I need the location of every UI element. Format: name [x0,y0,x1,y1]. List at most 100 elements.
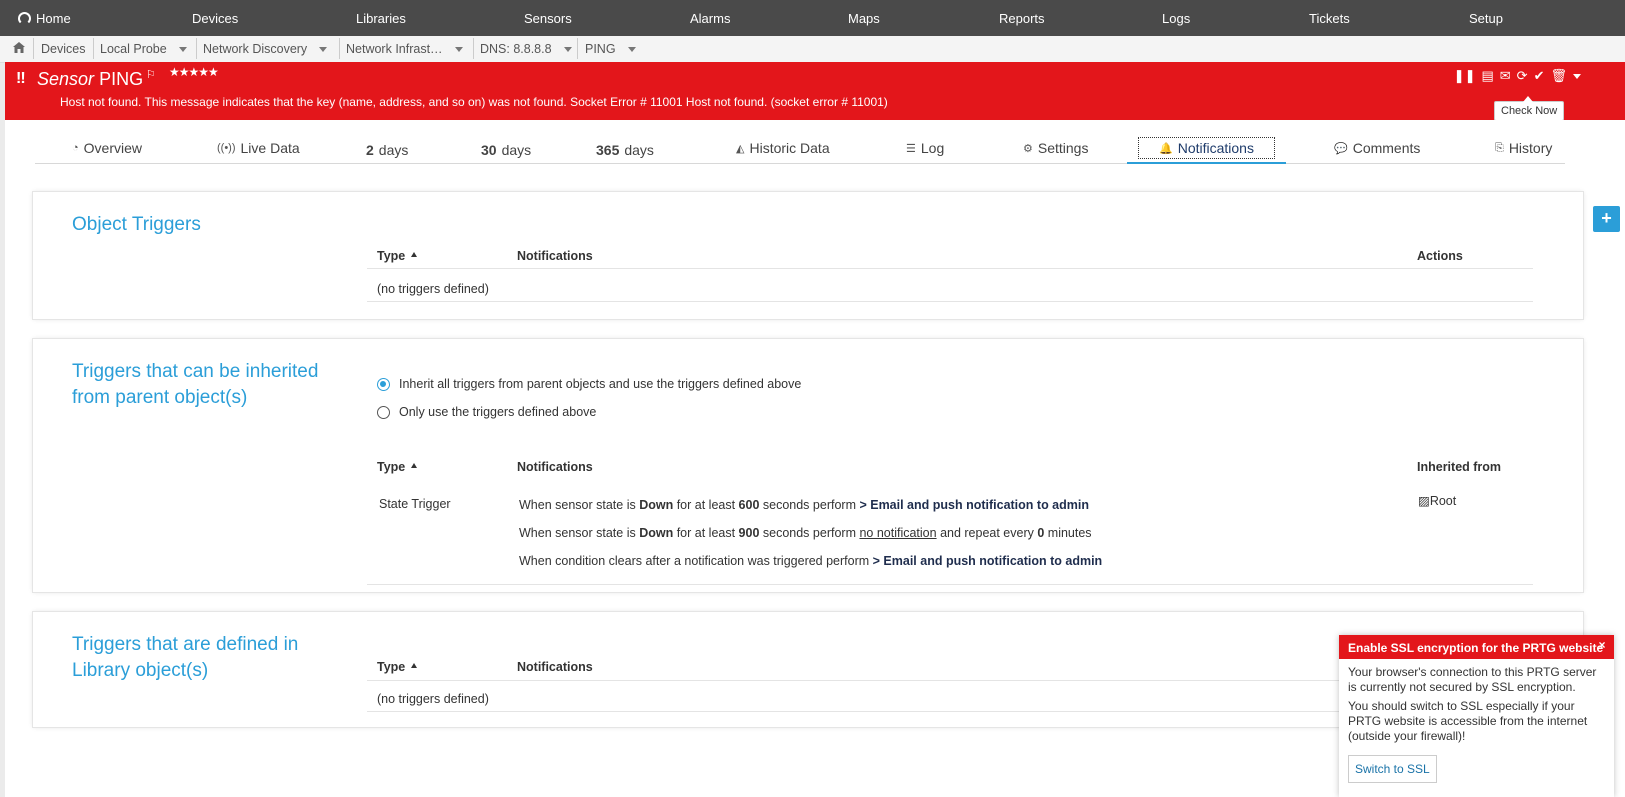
breadcrumb-label: Network Infrast… [346,42,443,56]
tab-comments[interactable]: 💬 Comments [1334,140,1420,156]
breadcrumb-label: Devices [41,42,86,56]
trigger-line: When condition clears after a notificati… [519,554,1103,568]
breadcrumb-local-probe[interactable]: Local Probe [100,40,187,58]
check-now-tooltip: Check Now [1494,96,1565,121]
only-defined-triggers-label[interactable]: Only use the triggers defined above [399,405,596,419]
ssl-warning-header: Enable SSL encryption for the PRTG websi… [1339,635,1614,659]
add-trigger-button[interactable]: + [1593,206,1620,232]
inherit-triggers-radio[interactable] [377,378,390,391]
sensor-message: Host not found. This message indicates t… [60,95,888,109]
breadcrumb-label: DNS: 8.8.8.8 [480,42,552,56]
mail-icon[interactable]: ✉ [1500,68,1511,84]
tab-label: Overview [83,140,143,156]
panel-title-line: Triggers that are defined in [72,634,299,655]
tab-settings[interactable]: ⚙ Settings [1023,140,1088,156]
chevron-down-icon[interactable] [627,46,636,52]
sensor-toolbar: ❚❚ ▤ ✉ ⟳ ✔ 🗑 [1454,68,1581,84]
empty-message: (no triggers defined) [377,282,489,296]
trigger-type: State Trigger [379,497,451,511]
column-label: Type [377,460,406,474]
nav-tickets[interactable]: Tickets [1309,11,1350,26]
delete-icon[interactable]: 🗑 [1550,68,1567,84]
column-notifications: Notifications [517,249,593,263]
nav-reports[interactable]: Reports [999,11,1045,26]
close-icon[interactable]: × [1596,639,1608,652]
chevron-down-icon[interactable] [178,46,187,52]
acknowledge-icon[interactable]: ✔ [1534,68,1545,84]
inherited-triggers-panel: Triggers that can be inherited from pare… [33,339,1583,592]
tab-history[interactable]: ⎘ History [1495,140,1552,156]
object-triggers-panel: Object Triggers Type Notifications Actio… [33,192,1583,319]
sensor-name: PING [99,69,144,89]
panel-title: Triggers that are defined in Library obj… [72,632,298,684]
tab-label: Notifications [1177,140,1254,156]
panel-title: Triggers that can be inherited from pare… [72,359,318,411]
tab-overview[interactable]: ◔ Overview [72,140,142,156]
chevron-down-icon[interactable] [454,46,463,52]
broadcast-icon: ((•)) [217,142,236,154]
check-now-icon[interactable]: ⟳ [1517,68,1528,84]
column-type[interactable]: Type [377,249,418,263]
chevron-down-icon[interactable] [563,46,572,52]
gear-icon: ⚙ [1023,142,1033,155]
gauge-icon: ◔ [72,142,79,154]
column-type[interactable]: Type [377,660,418,674]
nav-libraries[interactable]: Libraries [356,11,406,26]
panel-title: Object Triggers [72,214,201,235]
gauge-icon [18,12,31,25]
sensor-status-bar: !! Sensor PING ⚐ ★★★★★ Host not found. T… [5,62,1625,120]
nav-maps[interactable]: Maps [848,11,880,26]
nav-home-label: Home [36,11,71,26]
nav-setup[interactable]: Setup [1469,11,1503,26]
nav-alarms[interactable]: Alarms [690,11,730,26]
empty-message: (no triggers defined) [377,692,489,706]
home-icon[interactable] [13,42,25,53]
tab-2-days[interactable]: 2 days [366,142,408,158]
inherit-triggers-label[interactable]: Inherit all triggers from parent objects… [399,377,801,391]
column-label: Type [377,249,406,263]
breadcrumb-devices[interactable]: Devices [41,40,85,58]
report-icon[interactable]: ▤ [1481,68,1493,84]
sort-asc-icon [411,252,418,257]
sort-asc-icon [411,463,418,468]
priority-stars[interactable]: ★★★★★ [169,65,219,79]
tab-log[interactable]: ☰ Log [906,140,944,156]
breadcrumb-ping[interactable]: PING [585,40,636,58]
column-label: Type [377,660,406,674]
tab-label: days [501,142,532,158]
tab-notifications[interactable]: 🔔 Notifications [1127,137,1286,164]
error-status-icon: !! [16,70,26,87]
tab-365-days[interactable]: 365 days [596,142,654,158]
tab-live-data[interactable]: ((•)) Live Data [217,140,300,156]
breadcrumb-dns[interactable]: DNS: 8.8.8.8 [480,40,572,58]
nav-logs[interactable]: Logs [1162,11,1190,26]
inherited-from-root[interactable]: ▨Root [1418,493,1456,508]
pause-icon[interactable]: ❚❚ [1454,68,1476,84]
breadcrumb-label: Network Discovery [203,42,308,56]
tab-30-days[interactable]: 30 days [481,142,531,158]
inherited-from-label: Root [1429,494,1457,508]
ssl-warning-text: You should switch to SSL especially if y… [1348,699,1588,743]
list-icon: ☰ [906,142,916,155]
chevron-down-icon[interactable] [1573,74,1581,79]
tab-historic-data[interactable]: ◭ Historic Data [736,140,830,156]
nav-devices[interactable]: Devices [192,11,238,26]
nav-home[interactable]: Home [18,11,71,26]
switch-to-ssl-button[interactable]: Switch to SSL [1348,755,1437,783]
breadcrumb-network-discovery[interactable]: Network Discovery [203,40,328,58]
tab-label: days [378,142,409,158]
tab-label: Historic Data [749,140,830,156]
ssl-warning-popup: Enable SSL encryption for the PRTG websi… [1339,635,1614,797]
history-icon: ⎘ [1495,141,1504,154]
notification-link[interactable]: no notification [859,526,936,540]
nav-sensors[interactable]: Sensors [524,11,572,26]
flag-icon[interactable]: ⚐ [146,68,156,81]
notification-link[interactable]: > Email and push notification to admin [859,498,1089,512]
breadcrumb-network-infrastructure[interactable]: Network Infrast… [346,40,463,58]
notification-link[interactable]: > Email and push notification to admin [873,554,1103,568]
breadcrumb-label: Local Probe [100,42,167,56]
column-type[interactable]: Type [377,460,418,474]
chevron-down-icon[interactable] [319,46,328,52]
sensor-title: Sensor PING [37,69,143,90]
only-defined-triggers-radio[interactable] [377,406,390,419]
